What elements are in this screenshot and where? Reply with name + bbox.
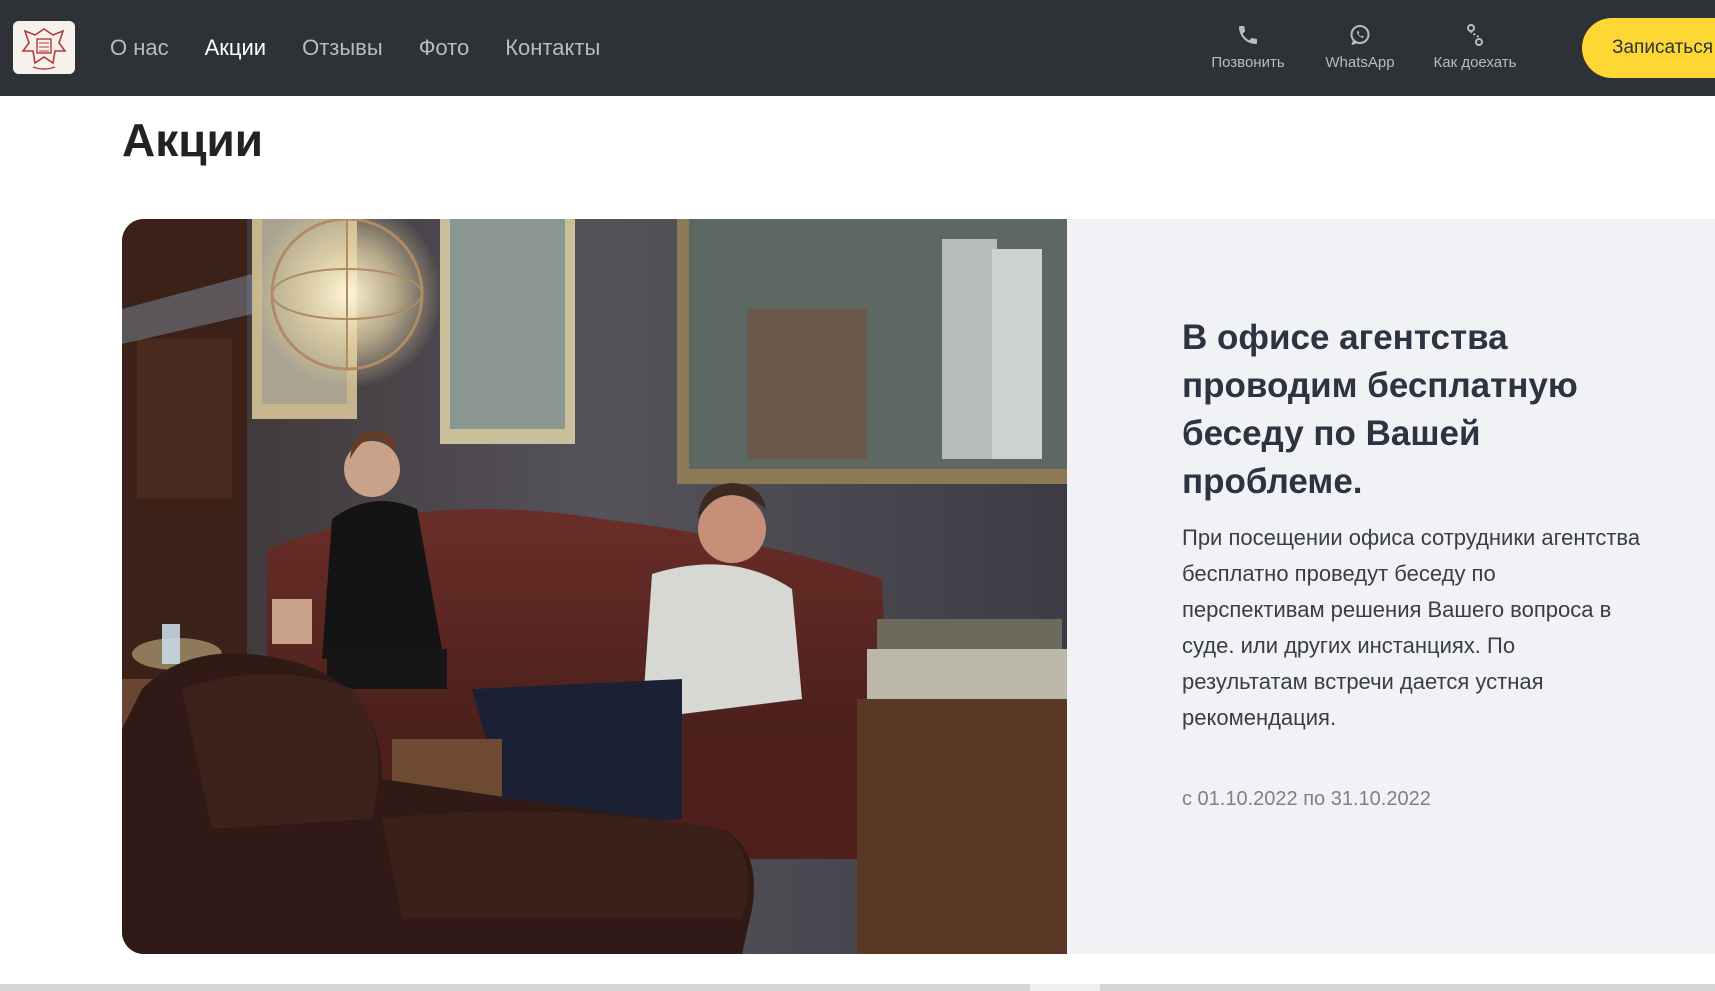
promo-card: В офисе агентства проводим бесплатную бе…: [122, 219, 1715, 954]
horizontal-scrollbar[interactable]: [0, 984, 1715, 991]
phone-icon: [1235, 22, 1261, 48]
route-label: Как доехать: [1433, 54, 1517, 71]
main-nav: О нас Акции Отзывы Фото Контакты: [110, 0, 636, 96]
nav-item-photos[interactable]: Фото: [419, 35, 470, 61]
nav-item-about[interactable]: О нас: [110, 35, 169, 61]
top-navigation-bar: О нас Акции Отзывы Фото Контакты Позвони…: [0, 0, 1715, 96]
route-action[interactable]: Как доехать: [1425, 22, 1525, 76]
nav-item-contacts[interactable]: Контакты: [505, 35, 600, 61]
page-title: Акции: [122, 114, 264, 166]
whatsapp-label: WhatsApp: [1325, 54, 1395, 71]
call-label: Позвонить: [1211, 54, 1285, 71]
nav-item-promotions[interactable]: Акции: [205, 35, 266, 61]
promo-photo: [122, 219, 1067, 954]
promo-description: При посещении офиса сотрудники агентства…: [1182, 525, 1641, 730]
whatsapp-icon: [1347, 22, 1373, 48]
promo-heading: В офисе агентства проводим бесплатную бе…: [1182, 318, 1578, 501]
agency-logo[interactable]: [13, 21, 75, 74]
whatsapp-action[interactable]: WhatsApp: [1315, 22, 1405, 76]
nav-item-reviews[interactable]: Отзывы: [302, 35, 383, 61]
promo-text-block: В офисе агентства проводим бесплатную бе…: [1182, 314, 1642, 811]
promo-date-range: с 01.10.2022 по 31.10.2022: [1182, 788, 1431, 810]
book-appointment-button[interactable]: Записаться: [1582, 18, 1715, 78]
scrollbar-thumb[interactable]: [1030, 984, 1100, 991]
route-icon: [1462, 22, 1488, 48]
call-action[interactable]: Позвонить: [1203, 22, 1293, 76]
